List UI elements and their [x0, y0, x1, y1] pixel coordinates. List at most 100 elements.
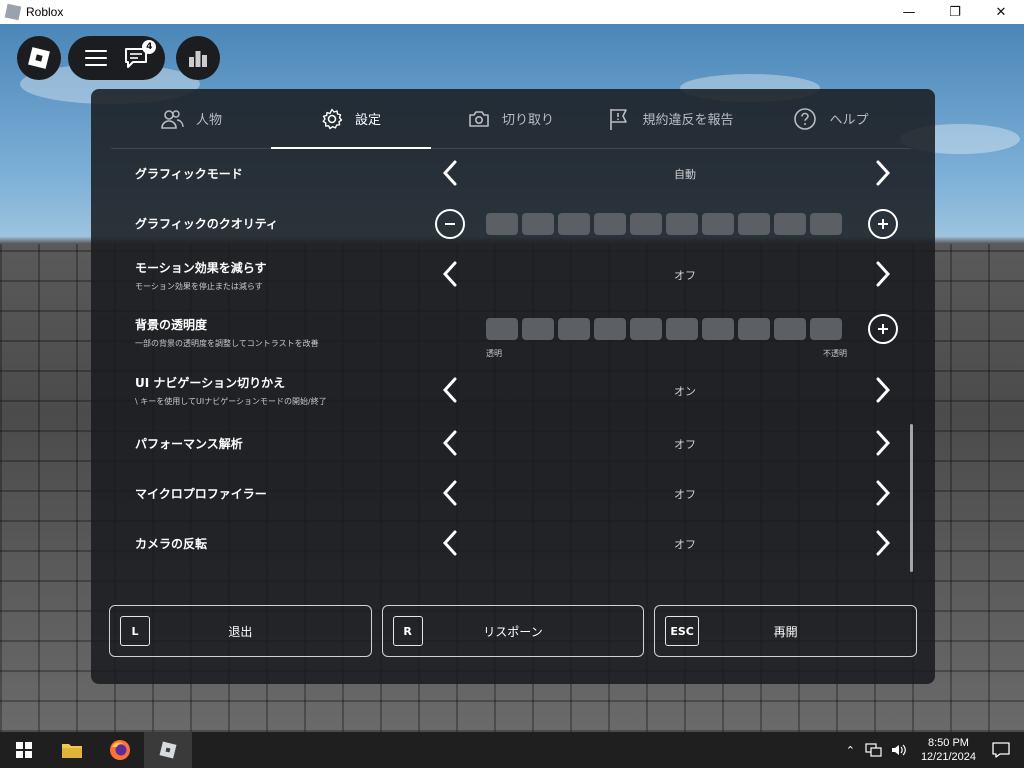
- tab-report[interactable]: 規約違反を報告: [591, 89, 751, 148]
- reduce-motion-prev-button[interactable]: [438, 258, 462, 290]
- keyboard-key-hint: ESC: [665, 616, 699, 646]
- slider-min-label: 透明: [486, 349, 502, 358]
- taskbar-clock[interactable]: 8:50 PM 12/21/2024: [911, 736, 986, 764]
- roblox-menu-logo-button[interactable]: [17, 36, 61, 80]
- background-transparency-increase-button[interactable]: [868, 314, 898, 344]
- camera-inverted-prev-button[interactable]: [438, 527, 462, 559]
- chat-unread-badge: 4: [142, 40, 157, 54]
- tab-help[interactable]: ヘルプ: [751, 89, 911, 148]
- micro-profiler-prev-button[interactable]: [438, 477, 462, 509]
- setting-description: 一部の背景の透明度を調整してコントラストを改善: [135, 339, 319, 348]
- people-icon: [161, 109, 184, 129]
- setting-label: パフォーマンス解析: [135, 437, 243, 451]
- chevron-right-icon: [876, 261, 891, 287]
- leave-button[interactable]: L 退出: [109, 605, 372, 657]
- tab-label: 設定: [354, 113, 381, 128]
- chevron-right-icon: [876, 160, 891, 186]
- background-transparency-slider[interactable]: [486, 318, 842, 340]
- setting-label: UI ナビゲーション切りかえ: [135, 376, 286, 390]
- chevron-right-icon: [876, 430, 891, 456]
- minus-icon: [445, 223, 455, 225]
- setting-description: モーション効果を停止または減らす: [135, 282, 263, 291]
- chevron-right-icon: [876, 530, 891, 556]
- help-icon: [794, 107, 817, 130]
- tab-label: 人物: [195, 113, 222, 128]
- roblox-app-icon: [159, 741, 177, 759]
- reduce-motion-next-button[interactable]: [871, 258, 895, 290]
- firefox-icon: [110, 740, 130, 760]
- leaderboard-button[interactable]: [176, 36, 220, 80]
- settings-scrollbar[interactable]: [910, 424, 913, 572]
- close-button[interactable]: ✕: [978, 0, 1024, 24]
- window-titlebar: Roblox — ❐ ✕: [0, 0, 1024, 24]
- button-label: 再開: [773, 624, 798, 639]
- setting-label: カメラの反転: [135, 537, 208, 551]
- tab-label: 規約違反を報告: [642, 113, 734, 128]
- setting-description: \ キーを使用してUIナビゲーションモードの開始/終了: [135, 397, 327, 406]
- flag-icon: [610, 108, 628, 130]
- window-controls: — ❐ ✕: [886, 0, 1024, 24]
- system-tray: ⌃ 8:50 PM 12/21/2024: [840, 732, 1024, 768]
- volume-icon[interactable]: [891, 743, 907, 757]
- ui-navigation-prev-button[interactable]: [438, 374, 462, 406]
- graphics-quality-decrease-button[interactable]: [435, 209, 465, 239]
- setting-value: オフ: [674, 269, 696, 282]
- setting-micro-profiler: マイクロプロファイラー オフ: [135, 469, 905, 519]
- maximize-button[interactable]: ❐: [932, 0, 978, 24]
- setting-value: オフ: [674, 488, 696, 501]
- taskbar-file-explorer[interactable]: [48, 732, 96, 768]
- taskbar-roblox[interactable]: [144, 732, 192, 768]
- performance-stats-next-button[interactable]: [871, 427, 895, 459]
- settings-list[interactable]: グラフィックモード 自動 グラフィックのクオリティ モーション効果を減らす モー…: [91, 149, 935, 581]
- graphics-quality-increase-button[interactable]: [868, 209, 898, 239]
- camera-inverted-next-button[interactable]: [871, 527, 895, 559]
- chat-icon[interactable]: 4: [124, 40, 157, 69]
- chevron-left-icon: [442, 430, 457, 456]
- taskbar-firefox[interactable]: [96, 732, 144, 768]
- micro-profiler-next-button[interactable]: [871, 477, 895, 509]
- setting-reduce-motion: モーション効果を減らす モーション効果を停止または減らす オフ: [135, 249, 905, 304]
- network-icon[interactable]: [865, 743, 883, 757]
- setting-graphics-mode: グラフィックモード 自動: [135, 149, 905, 199]
- chevron-left-icon: [442, 377, 457, 403]
- chevron-right-icon: [876, 480, 891, 506]
- setting-background-transparency: 背景の透明度 一部の背景の透明度を調整してコントラストを改善 透明 不透明: [135, 304, 905, 364]
- setting-value: 自動: [674, 168, 696, 181]
- menu-footer: L 退出 R リスポーン ESC 再開: [109, 605, 918, 657]
- tab-settings[interactable]: 設定: [271, 89, 431, 149]
- menu-tabs: 人物 設定 切り取り 規約違反を報告 ヘルプ: [111, 89, 911, 149]
- notification-icon[interactable]: [992, 742, 1010, 758]
- ui-navigation-next-button[interactable]: [871, 374, 895, 406]
- plus-icon: [878, 219, 888, 229]
- chevron-left-icon: [442, 480, 457, 506]
- respawn-button[interactable]: R リスポーン: [381, 605, 645, 657]
- setting-value: オフ: [674, 538, 696, 551]
- setting-graphics-quality: グラフィックのクオリティ: [135, 199, 905, 249]
- hamburger-menu-icon[interactable]: [84, 50, 107, 66]
- gear-icon: [322, 108, 343, 129]
- tab-people[interactable]: 人物: [111, 89, 271, 148]
- clock-time: 8:50 PM: [927, 737, 969, 749]
- slider-max-label: 不透明: [823, 349, 847, 358]
- clock-date: 12/21/2024: [920, 751, 976, 763]
- button-label: 退出: [228, 624, 253, 639]
- chevron-left-icon: [442, 160, 457, 186]
- tab-capture[interactable]: 切り取り: [431, 89, 591, 148]
- graphics-mode-next-button[interactable]: [871, 157, 895, 189]
- performance-stats-prev-button[interactable]: [438, 427, 462, 459]
- button-label: リスポーン: [483, 624, 543, 639]
- resume-button[interactable]: ESC 再開: [654, 605, 918, 657]
- tab-label: ヘルプ: [829, 113, 869, 128]
- graphics-quality-slider[interactable]: [486, 213, 842, 235]
- chevron-left-icon: [442, 261, 457, 287]
- graphics-mode-prev-button[interactable]: [438, 157, 462, 189]
- roblox-logo-icon: [28, 47, 50, 69]
- keyboard-key-hint: R: [392, 616, 423, 646]
- chevron-up-icon[interactable]: ⌃: [840, 744, 861, 757]
- roblox-app-icon: [4, 3, 22, 21]
- minimize-button[interactable]: —: [886, 0, 932, 24]
- setting-label: グラフィックのクオリティ: [135, 217, 279, 231]
- setting-performance-stats: パフォーマンス解析 オフ: [135, 419, 905, 469]
- setting-label: モーション効果を減らす: [135, 261, 267, 275]
- start-button[interactable]: [0, 732, 48, 768]
